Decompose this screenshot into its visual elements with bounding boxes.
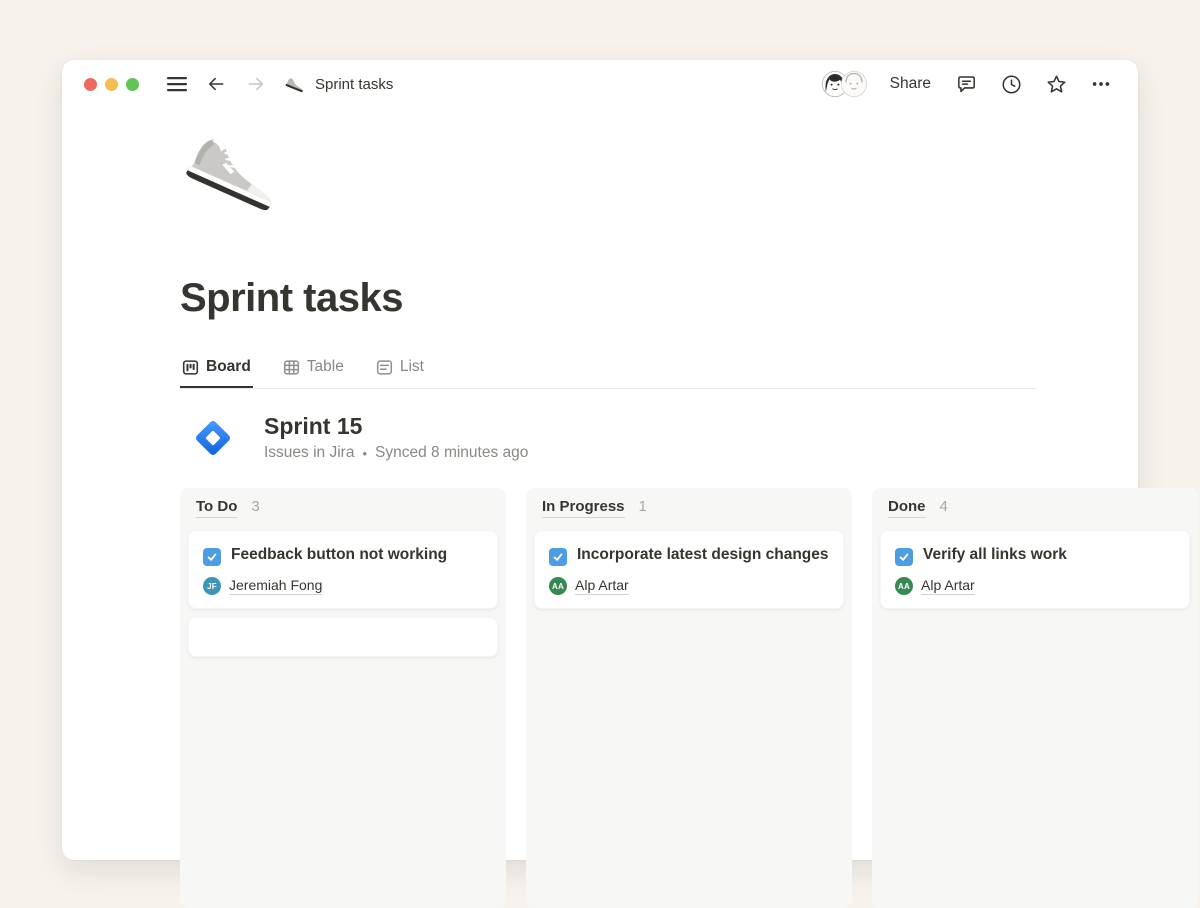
page-title[interactable]: Sprint tasks bbox=[180, 274, 1138, 322]
board-card[interactable]: Feedback button not working JF Jeremiah … bbox=[188, 530, 498, 609]
assignee-name: Alp Artar bbox=[575, 577, 629, 595]
page-content: Sprint tasks Board Table bbox=[62, 130, 1138, 908]
comments-icon[interactable] bbox=[955, 73, 978, 96]
column-count: 1 bbox=[639, 498, 647, 515]
assignee-name: Alp Artar bbox=[921, 577, 975, 595]
database-header: Sprint 15 Issues in Jira • Synced 8 minu… bbox=[180, 413, 1138, 462]
synced-status: Synced 8 minutes ago bbox=[375, 444, 528, 462]
card-title: Verify all links work bbox=[923, 546, 1067, 563]
assignee[interactable]: AA Alp Artar bbox=[549, 577, 829, 595]
board-column-to-do: To Do 3 Feedback button not working JF J… bbox=[180, 488, 506, 908]
close-window-button[interactable] bbox=[84, 78, 97, 91]
notion-window: Sprint tasks Share bbox=[62, 60, 1138, 860]
checkbox-checked-icon[interactable] bbox=[203, 548, 221, 566]
tab-board-label: Board bbox=[206, 358, 251, 376]
database-titles: Sprint 15 Issues in Jira • Synced 8 minu… bbox=[264, 413, 528, 462]
card-title-row: Incorporate latest design changes bbox=[549, 542, 829, 568]
avatar-2 bbox=[840, 70, 868, 98]
assignee[interactable]: AA Alp Artar bbox=[895, 577, 1175, 595]
breadcrumb-title[interactable]: Sprint tasks bbox=[315, 76, 393, 93]
window-titlebar: Sprint tasks Share bbox=[62, 60, 1138, 108]
tab-list[interactable]: List bbox=[374, 358, 426, 388]
card-title: Incorporate latest design changes bbox=[577, 546, 829, 563]
card-title-row: Feedback button not working bbox=[203, 542, 483, 568]
board-column-in-progress: In Progress 1 Incorporate latest design … bbox=[526, 488, 852, 908]
share-button[interactable]: Share bbox=[890, 75, 931, 93]
column-header: Done 4 bbox=[880, 496, 1190, 530]
checkbox-checked-icon[interactable] bbox=[895, 548, 913, 566]
maximize-window-button[interactable] bbox=[126, 78, 139, 91]
avatar-initials: JF bbox=[207, 582, 217, 591]
column-count: 3 bbox=[251, 498, 259, 515]
assignee-avatar: AA bbox=[549, 577, 567, 595]
tabs-divider bbox=[180, 388, 1036, 389]
view-tabs: Board Table List bbox=[180, 358, 1138, 388]
list-view-icon bbox=[376, 359, 393, 376]
avatar-initials: AA bbox=[898, 582, 910, 591]
board-view-icon bbox=[182, 359, 199, 376]
assignee-name: Jeremiah Fong bbox=[229, 577, 322, 595]
card-title: Feedback button not working bbox=[231, 546, 447, 563]
column-header: To Do 3 bbox=[188, 496, 498, 530]
database-title[interactable]: Sprint 15 bbox=[264, 413, 528, 440]
column-title[interactable]: In Progress bbox=[542, 498, 625, 518]
sidebar-hamburger-icon[interactable] bbox=[167, 76, 187, 92]
assignee-avatar: AA bbox=[895, 577, 913, 595]
jira-icon bbox=[190, 415, 236, 461]
tab-table-label: Table bbox=[307, 358, 344, 376]
kanban-board: To Do 3 Feedback button not working JF J… bbox=[180, 488, 1138, 908]
card-title-row: Verify all links work bbox=[895, 542, 1175, 568]
back-arrow-icon[interactable] bbox=[205, 74, 227, 94]
tab-board[interactable]: Board bbox=[180, 358, 253, 388]
database-sync-status: Issues in Jira • Synced 8 minutes ago bbox=[264, 444, 528, 462]
separator-dot: • bbox=[362, 446, 367, 461]
checkbox-checked-icon[interactable] bbox=[549, 548, 567, 566]
tab-list-label: List bbox=[400, 358, 424, 376]
favorite-star-icon[interactable] bbox=[1045, 73, 1068, 96]
database-source: Issues in Jira bbox=[264, 444, 354, 462]
page-icon-sneaker[interactable] bbox=[180, 130, 290, 234]
assignee-avatar: JF bbox=[203, 577, 221, 595]
column-count: 4 bbox=[940, 498, 948, 515]
sneaker-icon bbox=[285, 77, 306, 91]
column-header: In Progress 1 bbox=[534, 496, 844, 530]
table-view-icon bbox=[283, 359, 300, 376]
minimize-window-button[interactable] bbox=[105, 78, 118, 91]
updates-clock-icon[interactable] bbox=[1000, 73, 1023, 96]
column-title[interactable]: Done bbox=[888, 498, 926, 518]
traffic-lights bbox=[84, 78, 139, 91]
more-ellipsis-icon[interactable] bbox=[1090, 73, 1112, 95]
board-card-partial[interactable] bbox=[188, 617, 498, 657]
tab-table[interactable]: Table bbox=[281, 358, 346, 388]
column-title[interactable]: To Do bbox=[196, 498, 237, 518]
forward-arrow-icon[interactable] bbox=[245, 74, 267, 94]
board-column-done: Done 4 Verify all links work AA Alp Arta… bbox=[872, 488, 1198, 908]
assignee[interactable]: JF Jeremiah Fong bbox=[203, 577, 483, 595]
board-card[interactable]: Incorporate latest design changes AA Alp… bbox=[534, 530, 844, 609]
collaborator-avatars[interactable] bbox=[821, 70, 868, 98]
avatar-initials: AA bbox=[552, 582, 564, 591]
board-card[interactable]: Verify all links work AA Alp Artar bbox=[880, 530, 1190, 609]
